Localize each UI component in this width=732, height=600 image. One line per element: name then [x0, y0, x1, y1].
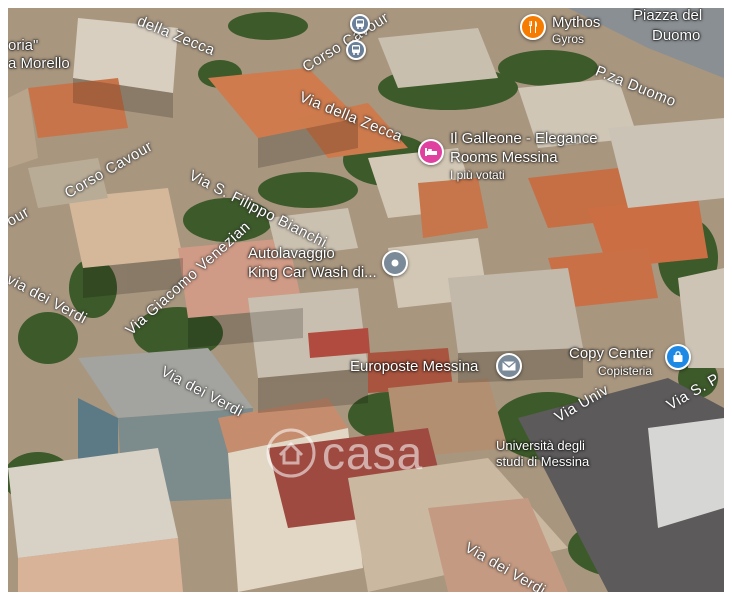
aerial-imagery	[8, 8, 724, 592]
poi-copy-center-name: Copy Center	[569, 345, 654, 362]
poi-autolavaggio-name-2: King Car Wash di...	[248, 264, 377, 281]
poi-mythos-name: Mythos	[552, 14, 601, 31]
poi-copy-center-sub: Copisteria	[598, 364, 653, 378]
map-view[interactable]: oria" a Morello Piazza del Duomo della Z…	[8, 8, 724, 592]
restaurant-icon	[520, 14, 546, 40]
poi-galleone-name-2: Rooms Messina	[450, 149, 558, 166]
poi-galleone-sub: I più votati	[450, 168, 505, 182]
place-label-oria: oria"	[8, 37, 39, 54]
place-label-duomo: Duomo	[652, 27, 701, 44]
bus-stop-icon[interactable]	[346, 40, 366, 60]
watermark-text: casa	[322, 427, 424, 479]
mail-icon	[496, 353, 522, 379]
poi-universita-name-2: studi di Messina	[496, 454, 590, 469]
poi-mythos-sub: Gyros	[552, 32, 585, 46]
bed-icon	[418, 139, 444, 165]
place-icon	[382, 250, 408, 276]
poi-europoste-name: Europoste Messina	[350, 358, 479, 375]
poi-universita-name-1: Università degli	[496, 438, 585, 453]
place-label-morello: a Morello	[8, 55, 70, 72]
casa-watermark: casa	[266, 426, 423, 480]
poi-galleone-name-1: Il Galleone - Elegance	[450, 130, 598, 147]
bus-stop-icon[interactable]	[350, 14, 370, 34]
place-label-piazza: Piazza del	[633, 8, 703, 24]
poi-autolavaggio-name-1: Autolavaggio	[248, 245, 335, 262]
shopping-bag-icon	[665, 344, 691, 370]
casa-logo-icon	[266, 428, 316, 478]
